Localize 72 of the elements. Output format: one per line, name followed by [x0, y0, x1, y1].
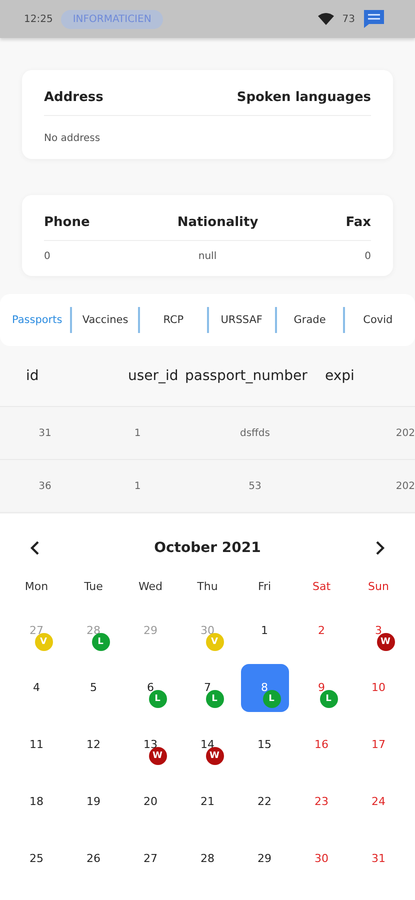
calendar-day[interactable]: 21: [184, 778, 232, 826]
tab[interactable]: Vaccines: [72, 314, 138, 326]
weekday-label: Sun: [367, 580, 390, 595]
calendar-day[interactable]: 22: [240, 778, 288, 826]
tab[interactable]: Passports: [4, 314, 70, 326]
tab[interactable]: Covid: [344, 314, 412, 326]
field-label: Nationality: [177, 215, 258, 230]
table-cell-text: 36: [38, 480, 52, 492]
address-value: No address: [44, 133, 100, 144]
section-heading: Spoken languages: [236, 90, 371, 105]
event-badge: L: [206, 690, 224, 708]
column-header: id: [25, 368, 40, 384]
calendar-day[interactable]: 27: [126, 834, 174, 882]
table-cell-text: 31: [38, 428, 52, 438]
column-header: passport_number: [185, 368, 308, 384]
tab[interactable]: Grade: [276, 314, 343, 326]
battery-level: 73: [342, 14, 355, 24]
tab[interactable]: URSSAF: [208, 314, 275, 326]
table-cell-text: 53: [248, 480, 262, 492]
field-label: Phone: [44, 215, 90, 230]
column-header: user_id: [127, 368, 180, 384]
event-badge: W: [148, 746, 166, 764]
calendar-day[interactable]: 30: [298, 834, 346, 882]
weekday-label: Mon: [24, 580, 50, 595]
chevron-left-icon[interactable]: [30, 541, 40, 555]
field-value: null: [198, 251, 217, 262]
calendar-day[interactable]: 19: [70, 778, 118, 826]
weekday-label: Thu: [196, 580, 219, 595]
section-heading: Address: [44, 90, 104, 105]
month-title: October 2021: [154, 540, 261, 556]
table-cell-text: 202: [394, 480, 415, 492]
column-header: expi: [325, 368, 356, 384]
chevron-right-icon[interactable]: [375, 541, 385, 555]
calendar-day[interactable]: 23: [298, 778, 346, 826]
calendar-day[interactable]: 4: [12, 664, 60, 712]
table-cell-text: 202: [394, 428, 415, 438]
calendar-day[interactable]: 28: [184, 834, 232, 882]
event-badge: W: [206, 746, 224, 764]
calendar-day[interactable]: 20: [126, 778, 174, 826]
event-badge: V: [206, 632, 224, 650]
field-label: Fax: [346, 215, 371, 230]
field-value: 0: [44, 251, 50, 262]
calendar-day[interactable]: 24: [354, 778, 402, 826]
calendar-day[interactable]: 15: [240, 720, 288, 768]
calendar-day[interactable]: 29: [240, 834, 288, 882]
field-value: 0: [364, 251, 371, 262]
table-cell-text: dsffds: [238, 428, 271, 438]
status-time: 12:25: [24, 14, 53, 24]
weekday-label: Wed: [138, 580, 164, 595]
event-badge: L: [148, 690, 166, 708]
calendar-day[interactable]: 26: [70, 834, 118, 882]
calendar-day[interactable]: 17: [354, 720, 402, 768]
tab[interactable]: RCP: [140, 314, 207, 326]
calendar-day[interactable]: 11: [12, 720, 60, 768]
event-badge: L: [92, 632, 110, 650]
calendar-day[interactable]: 18: [12, 778, 60, 826]
calendar-day[interactable]: 2: [298, 606, 346, 654]
wifi-icon: [318, 13, 334, 25]
calendar-day[interactable]: 31: [354, 834, 402, 882]
calendar-day[interactable]: 12: [70, 720, 118, 768]
calendar-day[interactable]: 1: [240, 606, 288, 654]
weekday-label: Fri: [256, 580, 272, 595]
calendar-day[interactable]: 10: [354, 664, 402, 712]
weekday-label: Tue: [83, 580, 104, 595]
weekday-label: Sat: [311, 580, 332, 595]
calendar-day[interactable]: 25: [12, 834, 60, 882]
event-badge: V: [34, 632, 52, 650]
calendar-day[interactable]: 16: [298, 720, 346, 768]
table-cell-text: 1: [133, 428, 142, 438]
chat-icon[interactable]: [363, 9, 385, 29]
table-cell-text: 1: [133, 480, 142, 492]
calendar-day[interactable]: 5: [70, 664, 118, 712]
